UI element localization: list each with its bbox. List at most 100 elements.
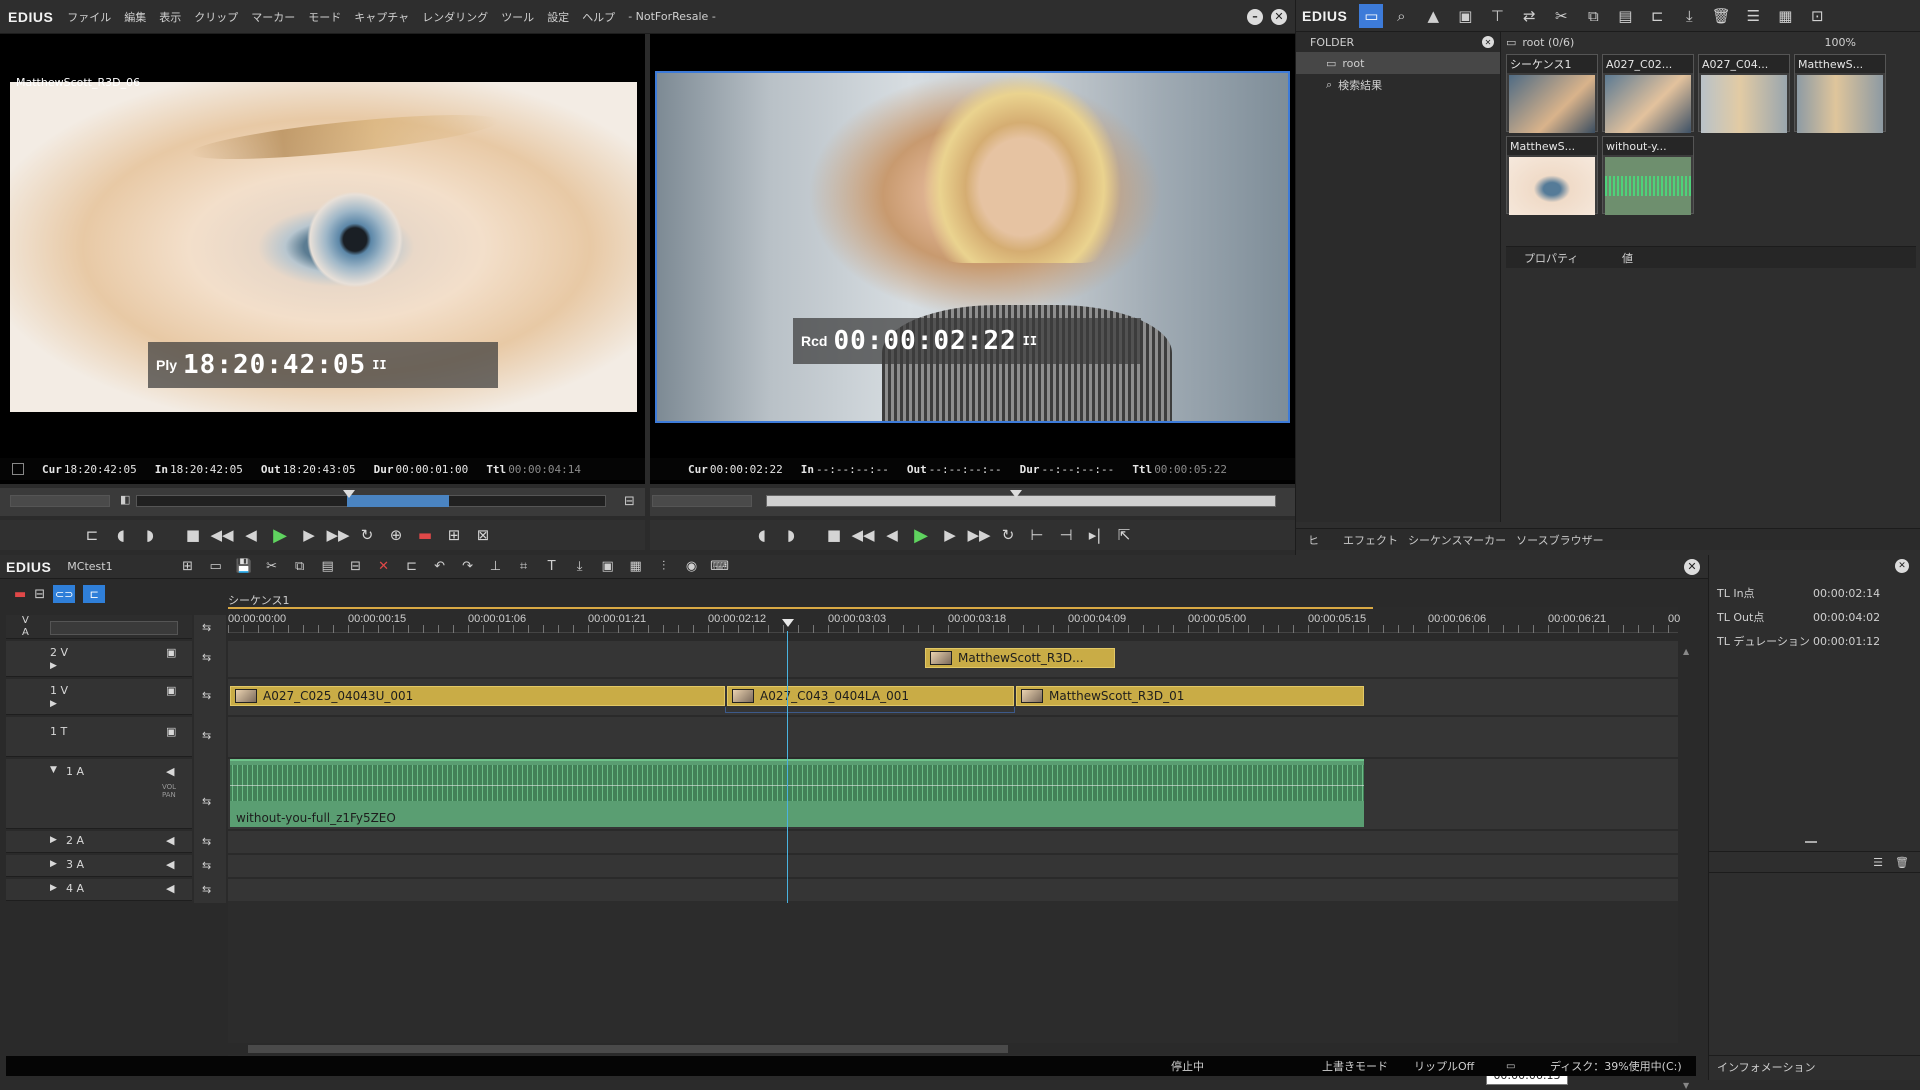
recorder-loop-play-icon[interactable]: ↻ <box>996 523 1020 547</box>
add-clip-icon[interactable]: ⊤ <box>1483 2 1511 30</box>
recorder-rewind-icon[interactable]: ◀◀ <box>851 523 875 547</box>
timeline-ruler[interactable]: 00:00:00:00 00:00:00:15 00:00:01:06 00:0… <box>228 607 1680 633</box>
player-replace-icon[interactable]: ⊠ <box>471 523 495 547</box>
expand-icon[interactable]: ▶ <box>50 661 57 671</box>
player-insert-icon[interactable]: ⊕ <box>384 523 408 547</box>
save-icon[interactable]: 💾 <box>231 556 257 578</box>
mixer-icon[interactable]: ⫶ <box>651 556 677 578</box>
show-in-player-icon[interactable]: ⊏ <box>1643 2 1671 30</box>
info-delete-icon[interactable]: 🗑 <box>1895 856 1909 869</box>
clip-card-a027-c02[interactable]: A027_C02... <box>1602 54 1694 133</box>
track-header-3a[interactable]: ▶ 3 A ◀ <box>6 855 192 877</box>
tab-information[interactable]: インフォメーション <box>1717 1059 1815 1075</box>
menu-help[interactable]: ヘルプ <box>582 9 615 25</box>
clip-card-a027-c04[interactable]: A027_C04... <box>1698 54 1790 133</box>
open-project-icon[interactable]: ▭ <box>203 556 229 578</box>
folder-search-results[interactable]: ⌕ 検索結果 <box>1296 74 1500 96</box>
pan-label[interactable]: PAN <box>162 791 176 799</box>
list-view-icon[interactable]: ☰ <box>1739 2 1767 30</box>
trim-icon[interactable]: ⊏ <box>399 556 425 578</box>
copy-icon[interactable]: ⧉ <box>1579 2 1607 30</box>
tab-icon-label[interactable]: ヒ <box>1308 532 1319 548</box>
video-mute-icon[interactable]: ▣ <box>166 725 176 738</box>
undo-icon[interactable]: ↶ <box>427 556 453 578</box>
collapse-icon[interactable]: ▼ <box>50 765 57 775</box>
expand-icon[interactable]: ▶ <box>50 699 57 709</box>
expand-icon[interactable]: ▶ <box>50 883 57 893</box>
clip-card-matthews-2[interactable]: MatthewS... <box>1506 136 1598 215</box>
vertical-scrollbar[interactable]: ▲ ▼ <box>1680 641 1694 1090</box>
title-icon[interactable]: T <box>539 556 565 578</box>
track-header-4a[interactable]: ▶ 4 A ◀ <box>6 879 192 901</box>
up-folder-icon[interactable]: ▲ <box>1419 2 1447 30</box>
paste-mode-icon[interactable]: ⊟ <box>343 556 369 578</box>
horizontal-scrollbar[interactable] <box>228 1043 1678 1055</box>
close-icon[interactable]: ✕ <box>1271 8 1287 25</box>
volume-rubberband[interactable] <box>230 785 1364 786</box>
recorder-scrub-area[interactable] <box>650 488 1295 516</box>
patch-icon[interactable]: ⇆ <box>202 835 211 848</box>
new-sequence-icon[interactable]: ⊞ <box>175 556 201 578</box>
clip-card-sequence[interactable]: シーケンス1 <box>1506 54 1598 133</box>
recorder-stop-icon[interactable]: ■ <box>822 523 846 547</box>
recorder-step-forward-icon[interactable]: ▶ <box>938 523 962 547</box>
open-folder-icon[interactable]: ▣ <box>1451 2 1479 30</box>
toolbox-icon[interactable]: ⊡ <box>1803 2 1831 30</box>
render-range-icon[interactable]: ▣ <box>595 556 621 578</box>
search-icon[interactable]: ⌕ <box>1387 2 1415 30</box>
player-scrub-area[interactable]: ◧ ⊟ <box>0 488 645 516</box>
cut-icon[interactable]: ✂ <box>1547 2 1575 30</box>
clip-1v-matthewscott[interactable]: MatthewScott_R3D_01 <box>1016 686 1364 706</box>
marker-icon[interactable]: ⊥ <box>483 556 509 578</box>
cut-icon[interactable]: ✂ <box>259 556 285 578</box>
menu-tools[interactable]: ツール <box>501 9 534 25</box>
keyboard-icon[interactable]: ⌨ <box>707 556 733 578</box>
clip-1a-audio[interactable]: without-you-full_z1Fy5ZEO <box>230 759 1364 827</box>
folder-close-icon[interactable]: ✕ <box>1482 36 1494 48</box>
minimize-icon[interactable]: – <box>1247 8 1263 25</box>
timeline-close-icon[interactable]: ✕ <box>1684 558 1700 575</box>
link-icon[interactable]: ⊂⊃ <box>53 585 76 603</box>
track-header-1t[interactable]: 1 T ▣ <box>6 717 192 757</box>
recorder-jump-icon[interactable]: ▸| <box>1083 523 1107 547</box>
sync-icon[interactable]: ⇄ <box>1515 2 1543 30</box>
magnet-icon[interactable]: ⊏ <box>83 585 106 603</box>
speaker-icon[interactable]: ◀ <box>166 765 174 778</box>
recorder-next-edit-icon[interactable]: ⊣ <box>1054 523 1078 547</box>
patch-icon[interactable]: ⇆ <box>202 795 211 808</box>
playhead-handle-icon[interactable] <box>782 619 794 627</box>
scroll-down-icon[interactable]: ▼ <box>1683 1081 1689 1090</box>
clip-2v-matthewscott[interactable]: MatthewScott_R3D... <box>925 648 1115 668</box>
add-to-timeline-icon[interactable]: ⤓ <box>1675 2 1703 30</box>
delete-icon[interactable]: 🗑 <box>1707 2 1735 30</box>
recorder-in-point-icon[interactable]: ◖ <box>750 523 774 547</box>
player-safe-icon[interactable] <box>12 463 24 475</box>
player-loop-play-icon[interactable]: ↻ <box>355 523 379 547</box>
status-ripple[interactable]: リップルOff <box>1414 1058 1474 1074</box>
player-out-point-icon[interactable]: ◗ <box>138 523 162 547</box>
channel-map-dropdown[interactable] <box>50 621 178 635</box>
tab-sequence-markers[interactable]: シーケンスマーカー <box>1408 532 1506 548</box>
menu-file[interactable]: ファイル <box>67 9 111 25</box>
tab-effects[interactable]: エフェクト <box>1343 532 1398 548</box>
player-rewind-icon[interactable]: ◀◀ <box>210 523 234 547</box>
player-shuttle-slider[interactable] <box>10 495 110 507</box>
display-icon[interactable]: ▭ <box>1506 1061 1515 1072</box>
player-mark-icon[interactable]: ⊏ <box>80 523 104 547</box>
recorder-play-icon[interactable]: ▶ <box>909 523 933 547</box>
scroll-thumb[interactable] <box>248 1045 1008 1053</box>
multicam-icon[interactable]: ▦ <box>623 556 649 578</box>
player-marker-icon[interactable]: ◧ <box>120 493 136 507</box>
patch-icon[interactable]: ⇆ <box>202 689 211 702</box>
player-position-marker-icon[interactable] <box>343 490 355 498</box>
clip-1v-a027-c025[interactable]: A027_C025_04043U_001 <box>230 686 725 706</box>
player-step-forward-icon[interactable]: ▶ <box>297 523 321 547</box>
info-close-icon[interactable]: ✕ <box>1895 559 1909 573</box>
track-header-1a[interactable]: ▼ 1 A ◀ VOL PAN <box>6 759 192 829</box>
speaker-icon[interactable]: ◀ <box>166 858 174 871</box>
patch-icon[interactable]: ⇆ <box>202 621 211 634</box>
player-fast-forward-icon[interactable]: ▶▶ <box>326 523 350 547</box>
folder-root[interactable]: ▭ root <box>1296 52 1500 74</box>
sync-lock-icon[interactable]: ⊟ <box>34 587 45 602</box>
player-in-point-icon[interactable]: ◖ <box>109 523 133 547</box>
